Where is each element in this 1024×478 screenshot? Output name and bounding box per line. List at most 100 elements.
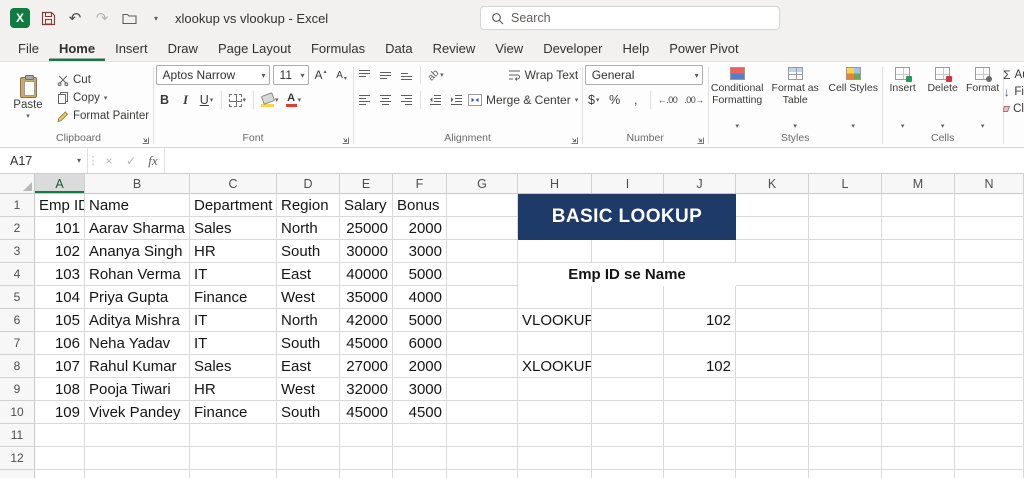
dialog-launcher-icon[interactable] xyxy=(341,134,349,147)
row-header-11[interactable]: 11 xyxy=(0,424,35,447)
fill-button[interactable]: ↓ Fi xyxy=(1003,83,1024,100)
cell-C9[interactable]: HR xyxy=(190,378,277,401)
cell-K6[interactable] xyxy=(736,309,809,332)
cell-N8[interactable] xyxy=(955,355,1024,378)
row-header-2[interactable]: 2 xyxy=(0,217,35,240)
tab-home[interactable]: Home xyxy=(49,36,105,61)
cell-B12[interactable] xyxy=(85,447,190,470)
cell-I9[interactable] xyxy=(592,378,664,401)
cell-C12[interactable] xyxy=(190,447,277,470)
cell-L4[interactable] xyxy=(809,263,882,286)
folder-button[interactable] xyxy=(120,8,138,28)
cell-B6[interactable]: Aditya Mishra xyxy=(85,309,190,332)
cell-F5[interactable]: 4000 xyxy=(393,286,447,309)
cell-B9[interactable]: Pooja Tiwari xyxy=(85,378,190,401)
cell-N2[interactable] xyxy=(955,217,1024,240)
accounting-format-button[interactable]: $ ▾ xyxy=(585,90,603,110)
tab-formulas[interactable]: Formulas xyxy=(301,36,375,61)
fill-color-button[interactable]: ▾ xyxy=(259,90,281,110)
cell-J11[interactable] xyxy=(664,424,736,447)
cell-B8[interactable]: Rahul Kumar xyxy=(85,355,190,378)
row-header-7[interactable]: 7 xyxy=(0,332,35,355)
row-header-12[interactable]: 12 xyxy=(0,447,35,470)
underline-button[interactable]: U ▾ xyxy=(198,90,216,110)
cell-B13[interactable] xyxy=(85,470,190,478)
cell-A12[interactable] xyxy=(35,447,85,470)
cell-F12[interactable] xyxy=(393,447,447,470)
cell-D11[interactable] xyxy=(277,424,340,447)
cell-N5[interactable] xyxy=(955,286,1024,309)
cell-A5[interactable]: 104 xyxy=(35,286,85,309)
cell-I12[interactable] xyxy=(592,447,664,470)
cell-H10[interactable] xyxy=(518,401,592,424)
align-right-button[interactable] xyxy=(397,90,415,110)
cut-button[interactable]: Cut xyxy=(54,72,151,89)
cell-A4[interactable]: 103 xyxy=(35,263,85,286)
cell-E4[interactable]: 40000 xyxy=(340,263,393,286)
format-as-table-button[interactable]: Format as Table ▾ xyxy=(768,65,822,131)
dialog-launcher-icon[interactable] xyxy=(570,134,579,147)
align-middle-button[interactable] xyxy=(376,65,394,85)
col-header-L[interactable]: L xyxy=(809,174,882,194)
cell-G10[interactable] xyxy=(447,401,518,424)
cell-M2[interactable] xyxy=(882,217,955,240)
cell-E11[interactable] xyxy=(340,424,393,447)
align-bottom-button[interactable] xyxy=(397,65,415,85)
cell-H8[interactable]: XLOOKUP xyxy=(518,355,592,378)
formula-input[interactable] xyxy=(164,148,1024,173)
cell-D4[interactable]: East xyxy=(277,263,340,286)
cell-D9[interactable]: West xyxy=(277,378,340,401)
col-header-A[interactable]: A xyxy=(35,174,85,194)
row-header-4[interactable]: 4 xyxy=(0,263,35,286)
tab-help[interactable]: Help xyxy=(612,36,659,61)
cell-D7[interactable]: South xyxy=(277,332,340,355)
cell-M6[interactable] xyxy=(882,309,955,332)
cell-I7[interactable] xyxy=(592,332,664,355)
cell-L2[interactable] xyxy=(809,217,882,240)
cell-C8[interactable]: Sales xyxy=(190,355,277,378)
cell-L1[interactable] xyxy=(809,194,882,217)
bold-button[interactable]: B xyxy=(156,90,174,110)
tab-insert[interactable]: Insert xyxy=(105,36,158,61)
name-box[interactable]: A17 ▾ xyxy=(0,148,88,173)
cell-J3[interactable] xyxy=(664,240,736,263)
cell-M10[interactable] xyxy=(882,401,955,424)
tab-developer[interactable]: Developer xyxy=(533,36,612,61)
cell-A1[interactable]: Emp ID xyxy=(35,194,85,217)
cell-styles-button[interactable]: Cell Styles ▾ xyxy=(826,65,880,131)
cell-K5[interactable] xyxy=(736,286,809,309)
cell-L11[interactable] xyxy=(809,424,882,447)
cell-G9[interactable] xyxy=(447,378,518,401)
cell-C5[interactable]: Finance xyxy=(190,286,277,309)
row-header-6[interactable]: 6 xyxy=(0,309,35,332)
col-header-M[interactable]: M xyxy=(882,174,955,194)
cell-B1[interactable]: Name xyxy=(85,194,190,217)
cell-K12[interactable] xyxy=(736,447,809,470)
cell-F9[interactable]: 3000 xyxy=(393,378,447,401)
cell-E10[interactable]: 45000 xyxy=(340,401,393,424)
cell-A6[interactable]: 105 xyxy=(35,309,85,332)
cell-F4[interactable]: 5000 xyxy=(393,263,447,286)
cell-K3[interactable] xyxy=(736,240,809,263)
cell-C6[interactable]: IT xyxy=(190,309,277,332)
cell-M8[interactable] xyxy=(882,355,955,378)
cell-M3[interactable] xyxy=(882,240,955,263)
cell-J6[interactable]: 102 xyxy=(664,309,736,332)
cell-D10[interactable]: South xyxy=(277,401,340,424)
col-header-K[interactable]: K xyxy=(736,174,809,194)
align-left-button[interactable] xyxy=(355,90,373,110)
cell-N4[interactable] xyxy=(955,263,1024,286)
cell-H3[interactable] xyxy=(518,240,592,263)
col-header-N[interactable]: N xyxy=(955,174,1024,194)
cell-B2[interactable]: Aarav Sharma xyxy=(85,217,190,240)
cell-E12[interactable] xyxy=(340,447,393,470)
borders-button[interactable]: ▾ xyxy=(227,90,249,110)
col-header-G[interactable]: G xyxy=(447,174,518,194)
cell-G5[interactable] xyxy=(447,286,518,309)
tab-view[interactable]: View xyxy=(485,36,533,61)
tab-page-layout[interactable]: Page Layout xyxy=(208,36,301,61)
col-header-E[interactable]: E xyxy=(340,174,393,194)
cell-A10[interactable]: 109 xyxy=(35,401,85,424)
cell-A9[interactable]: 108 xyxy=(35,378,85,401)
cell-J8[interactable]: 102 xyxy=(664,355,736,378)
